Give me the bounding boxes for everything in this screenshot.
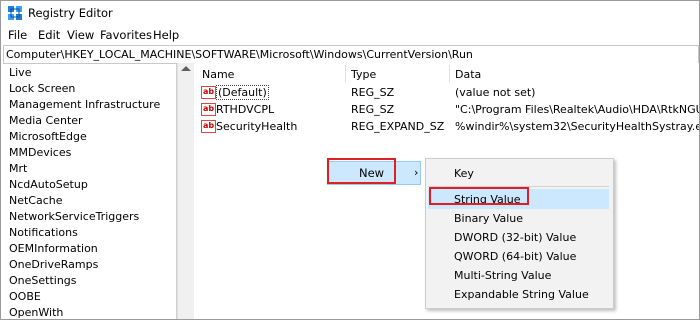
menu-favorites[interactable]: Favorites xyxy=(100,28,152,42)
value-type: REG_SZ xyxy=(351,103,395,116)
scroll-up-icon[interactable] xyxy=(181,66,191,71)
string-value-icon: ab xyxy=(201,103,216,116)
string-value-icon: ab xyxy=(201,86,216,99)
address-path: Computer\HKEY_LOCAL_MACHINE\SOFTWARE\Mic… xyxy=(6,48,473,61)
value-data: %windir%\system32\SecurityHealthSystray.… xyxy=(455,120,700,133)
tree-item-onedriveramps[interactable]: OneDriveRamps xyxy=(9,258,98,271)
menu-edit[interactable]: Edit xyxy=(38,28,60,42)
tree-scrollbar[interactable] xyxy=(177,63,194,319)
menu-file[interactable]: File xyxy=(8,28,27,42)
value-type: REG_SZ xyxy=(351,86,395,99)
submenu-arrow-icon: › xyxy=(414,166,419,179)
registry-editor-window: Registry Editor File Edit View Favorites… xyxy=(0,0,700,320)
submenu-item-key[interactable]: Key xyxy=(454,167,474,180)
tree-item-networkservicetriggers[interactable]: NetworkServiceTriggers xyxy=(9,210,139,223)
tree-item-microsoftedge[interactable]: MicrosoftEdge xyxy=(9,130,87,143)
title-bar: Registry Editor xyxy=(1,1,699,25)
value-row[interactable]: ab SecurityHealth REG_EXPAND_SZ %windir%… xyxy=(194,118,699,135)
registry-editor-icon xyxy=(8,6,22,20)
tree-item-openwith[interactable]: OpenWith xyxy=(9,306,63,319)
submenu-item-dword-value[interactable]: DWORD (32-bit) Value xyxy=(454,231,576,244)
menu-bar: File Edit View Favorites Help xyxy=(1,26,699,44)
tree-item-media-center[interactable]: Media Center xyxy=(9,114,83,127)
tree-item-oeminformation[interactable]: OEMInformation xyxy=(9,242,98,255)
new-submenu: Key String Value Binary Value DWORD (32-… xyxy=(425,158,614,309)
value-data: (value not set) xyxy=(455,86,536,99)
tree-item-management-infrastructure[interactable]: Management Infrastructure xyxy=(9,98,160,111)
tree-item-oobe[interactable]: OOBE xyxy=(9,290,41,303)
menu-view[interactable]: View xyxy=(67,28,94,42)
column-divider[interactable] xyxy=(449,65,450,82)
value-name: (Default) xyxy=(216,85,269,100)
value-name: RTHDVCPL xyxy=(216,103,275,116)
tree-item-netcache[interactable]: NetCache xyxy=(9,194,63,207)
column-divider[interactable] xyxy=(345,65,346,82)
menu-help[interactable]: Help xyxy=(153,28,179,42)
tree-item-lock-screen[interactable]: Lock Screen xyxy=(9,82,75,95)
column-header-type[interactable]: Type xyxy=(351,68,376,81)
tree-item-mrt[interactable]: Mrt xyxy=(9,162,27,175)
annotation-highlight-string-value xyxy=(429,187,529,205)
string-value-icon: ab xyxy=(201,120,216,133)
tree-item-live[interactable]: Live xyxy=(9,66,31,79)
tree-item-onesettings[interactable]: OneSettings xyxy=(9,274,77,287)
address-bar[interactable]: Computer\HKEY_LOCAL_MACHINE\SOFTWARE\Mic… xyxy=(3,45,699,64)
column-header-data[interactable]: Data xyxy=(455,68,481,81)
column-header-name[interactable]: Name xyxy=(202,68,234,81)
value-row[interactable]: ab (Default) REG_SZ (value not set) xyxy=(194,84,699,101)
value-type: REG_EXPAND_SZ xyxy=(351,120,445,133)
tree-item-ncdautosetup[interactable]: NcdAutoSetup xyxy=(9,178,88,191)
value-row[interactable]: ab RTHDVCPL REG_SZ "C:\Program Files\Rea… xyxy=(194,101,699,118)
value-data: "C:\Program Files\Realtek\Audio\HDA\RtkN… xyxy=(455,103,699,116)
submenu-item-expandable-string-value[interactable]: Expandable String Value xyxy=(454,288,589,301)
annotation-highlight-new xyxy=(327,158,396,184)
window-title: Registry Editor xyxy=(28,6,113,20)
submenu-item-binary-value[interactable]: Binary Value xyxy=(454,212,523,225)
submenu-item-multi-string-value[interactable]: Multi-String Value xyxy=(454,269,551,282)
submenu-item-qword-value[interactable]: QWORD (64-bit) Value xyxy=(454,250,576,263)
tree-item-notifications[interactable]: Notifications xyxy=(9,226,78,239)
tree-item-mmdevices[interactable]: MMDevices xyxy=(9,146,71,159)
value-name: SecurityHealth xyxy=(216,120,298,133)
key-tree: Live Lock Screen Management Infrastructu… xyxy=(3,63,177,319)
